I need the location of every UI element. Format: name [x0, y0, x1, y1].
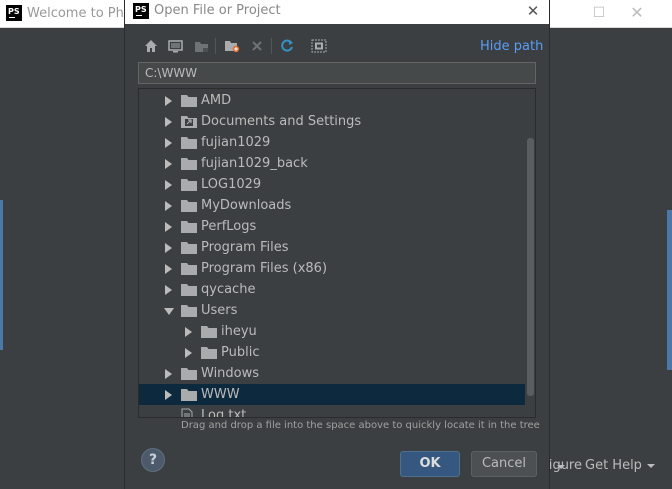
ok-button[interactable]: OK: [400, 451, 460, 477]
drag-drop-hint: Drag and drop a file into the space abov…: [181, 420, 540, 431]
folder-icon: [181, 200, 197, 212]
phpstorm-logo-icon: PS: [133, 3, 149, 19]
toolbar-separator: [215, 38, 216, 54]
tree-item-label: AMD: [201, 93, 232, 108]
folder-icon: [181, 158, 197, 170]
chevron-right-icon[interactable]: [165, 390, 172, 400]
chevron-down-icon: [646, 463, 655, 468]
scrollbar-thumb[interactable]: [527, 138, 534, 396]
tree-folder-row[interactable]: qycache: [139, 279, 525, 300]
tree-item-label: fujian1029_back: [201, 156, 308, 171]
tree-folder-row[interactable]: fujian1029_back: [139, 153, 525, 174]
tree-item-label: Program Files: [201, 240, 289, 255]
maximize-icon[interactable]: ☐: [589, 2, 609, 24]
folder-icon: [181, 305, 197, 317]
tree-item-label: Program Files (x86): [201, 261, 328, 276]
tree-folder-row[interactable]: Windows: [139, 363, 525, 384]
tree-item-label: Documents and Settings: [201, 114, 362, 129]
tree-item-label: Windows: [201, 366, 260, 381]
chevron-right-icon[interactable]: [165, 201, 172, 211]
tree-item-label: fujian1029: [201, 135, 271, 150]
toolbar-separator: [271, 38, 272, 54]
tree-folder-row[interactable]: Program Files (x86): [139, 258, 525, 279]
chevron-right-icon[interactable]: [165, 180, 172, 190]
hide-path-link[interactable]: Hide path: [480, 39, 543, 54]
phpstorm-logo-icon: PS: [6, 5, 22, 21]
folder-link-icon: [181, 116, 197, 128]
tree-item-label: WWW: [201, 387, 240, 402]
tree-folder-row[interactable]: LOG1029: [139, 174, 525, 195]
path-input[interactable]: [138, 62, 536, 84]
folder-icon: [181, 368, 197, 380]
new-folder-icon[interactable]: [221, 36, 243, 56]
folder-icon: [201, 347, 217, 359]
folder-icon: [201, 326, 217, 338]
tree-item-label: Public: [221, 345, 260, 360]
show-hidden-icon[interactable]: [308, 36, 330, 56]
folder-icon: [181, 95, 197, 107]
chevron-right-icon[interactable]: [165, 117, 172, 127]
tree-item-label: LOG1029: [201, 177, 262, 192]
home-icon[interactable]: [140, 36, 162, 56]
chevron-down-icon: [557, 465, 565, 469]
chevron-right-icon[interactable]: [185, 327, 192, 337]
chevron-right-icon[interactable]: [165, 96, 172, 106]
close-icon[interactable]: ✕: [523, 0, 543, 22]
project-folder-icon[interactable]: [190, 36, 212, 56]
chevron-right-icon[interactable]: [165, 264, 172, 274]
desktop-background-edge: [667, 210, 672, 370]
tree-folder-row[interactable]: iheyu: [139, 321, 525, 342]
folder-icon: [181, 242, 197, 254]
chevron-right-icon[interactable]: [165, 243, 172, 253]
chevron-right-icon[interactable]: [165, 369, 172, 379]
tree-item-label: Log.txt: [201, 408, 247, 418]
tree-folder-row[interactable]: fujian1029: [139, 132, 525, 153]
folder-icon: [181, 137, 197, 149]
get-help-menu[interactable]: Get Help: [585, 458, 655, 473]
chevron-right-icon[interactable]: [185, 348, 192, 358]
open-file-dialog: PS Open File or Project ✕ Hide path AMD: [124, 0, 550, 489]
folder-icon: [181, 389, 197, 401]
dialog-titlebar: PS Open File or Project ✕: [125, 0, 549, 24]
delete-icon[interactable]: [246, 36, 268, 56]
tree-item-label: PerfLogs: [201, 219, 257, 234]
cancel-button[interactable]: Cancel: [471, 451, 537, 477]
tree-item-label: MyDownloads: [201, 198, 292, 213]
chevron-right-icon[interactable]: [165, 222, 172, 232]
help-button[interactable]: ?: [141, 448, 165, 472]
file-tree[interactable]: AMD Documents and Settings fujian1029 fujia…: [138, 88, 536, 418]
chevron-right-icon[interactable]: [165, 159, 172, 169]
tree-folder-row[interactable]: Documents and Settings: [139, 111, 525, 132]
desktop-icon[interactable]: [164, 36, 186, 56]
text-file-icon: [181, 408, 193, 417]
chevron-down-icon[interactable]: [164, 308, 174, 315]
tree-item-label: iheyu: [221, 324, 257, 339]
get-help-label: Get Help: [585, 458, 642, 473]
tree-folder-row[interactable]: WWW: [139, 384, 525, 405]
dialog-title: Open File or Project: [154, 3, 281, 18]
tree-folder-row[interactable]: MyDownloads: [139, 195, 525, 216]
tree-folder-row[interactable]: Public: [139, 342, 525, 363]
tree-item-label: qycache: [201, 282, 256, 297]
tree-file-row[interactable]: Log.txt: [139, 405, 525, 418]
tree-item-label: Users: [201, 303, 238, 318]
tree-folder-row[interactable]: Users: [139, 300, 525, 321]
refresh-icon[interactable]: [276, 36, 298, 56]
desktop-background-edge: [0, 200, 3, 350]
folder-icon: [181, 263, 197, 275]
tree-folder-row[interactable]: PerfLogs: [139, 216, 525, 237]
tree-folder-row[interactable]: AMD: [139, 90, 525, 111]
folder-icon: [181, 221, 197, 233]
welcome-title: Welcome to PhpStorm: [27, 6, 127, 21]
tree-folder-row[interactable]: Program Files: [139, 237, 525, 258]
chevron-right-icon[interactable]: [165, 285, 172, 295]
chevron-right-icon[interactable]: [165, 138, 172, 148]
close-icon[interactable]: ✕: [627, 2, 647, 24]
folder-icon: [181, 179, 197, 191]
folder-icon: [181, 284, 197, 296]
